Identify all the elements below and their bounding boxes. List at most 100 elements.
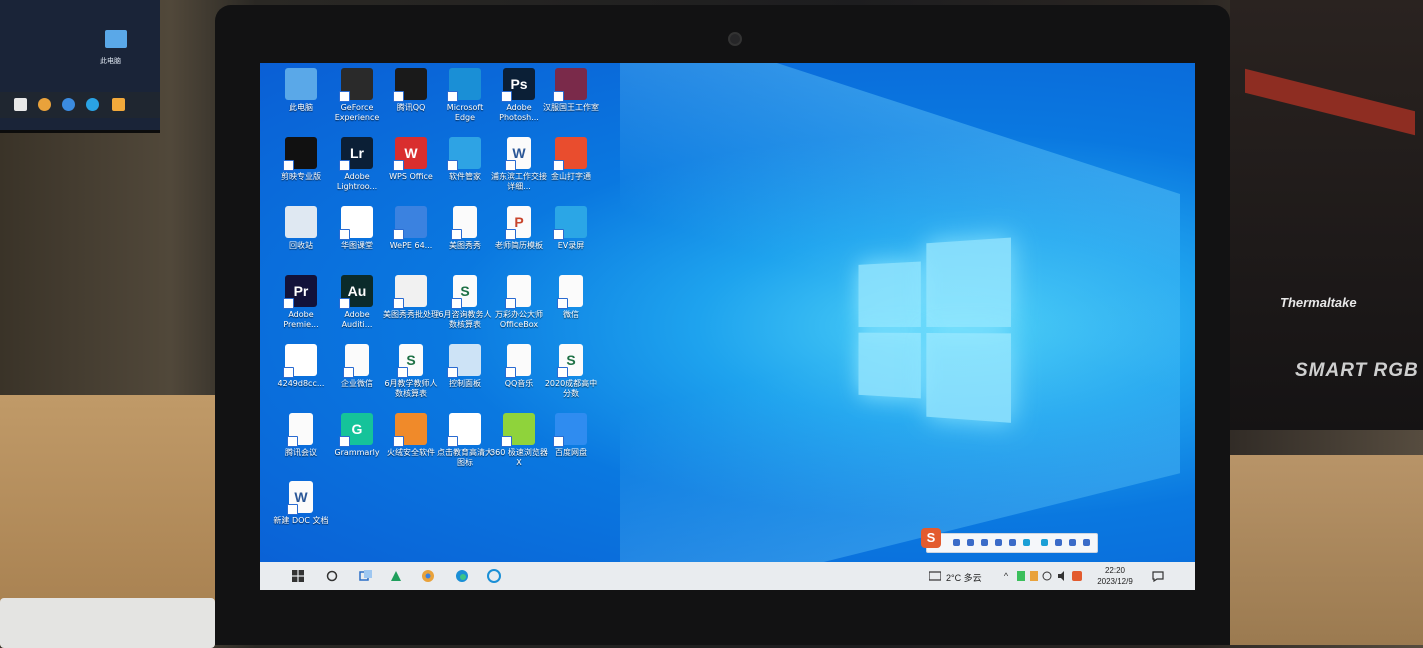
desktop-icon-label: 微信 bbox=[563, 310, 579, 319]
desktop-icon-label: 企业微信 bbox=[341, 379, 373, 388]
desktop-icon[interactable]: 华图课堂 bbox=[328, 206, 386, 274]
sogou-ime-icon[interactable]: S bbox=[921, 528, 941, 548]
desktop-icon-label: 此电脑 bbox=[289, 103, 313, 112]
desktop-icon[interactable]: 软件管家 bbox=[436, 137, 494, 205]
desktop-icon-label: 新建 DOC 文档 bbox=[273, 516, 329, 525]
desktop-icon-label: 腾讯会议 bbox=[285, 448, 317, 457]
desktop-icon-label: Microsoft Edge bbox=[446, 103, 484, 122]
desktop-icon-label: 4249d8cc... bbox=[277, 379, 325, 388]
desktop-icon-label: 汉服国王工作室 bbox=[543, 103, 599, 112]
control-panel-icon bbox=[447, 344, 481, 378]
huatu-icon bbox=[447, 413, 481, 447]
pc-case: Thermaltake SMART RGB bbox=[1230, 0, 1423, 430]
desktop-icon-label: Adobe Premie... bbox=[283, 310, 319, 329]
desktop-icon[interactable]: EV录屏 bbox=[542, 206, 600, 274]
geforce-icon bbox=[339, 68, 373, 102]
baidu-pan-icon bbox=[553, 413, 587, 447]
desktop-icon[interactable]: Ps Adobe Photosh... bbox=[490, 68, 548, 136]
sheet-doc-icon: S bbox=[451, 275, 477, 309]
huatu-icon bbox=[339, 206, 373, 240]
desktop-icon[interactable]: 360 极速浏览器X bbox=[490, 413, 548, 481]
clock[interactable]: 22:20 2023/12/9 bbox=[1092, 565, 1138, 587]
desktop-icon-label: 点击教育高清大图标 bbox=[437, 448, 493, 467]
desktop-icon[interactable]: S 2020成都高中分数 bbox=[542, 344, 600, 412]
desktop-icon[interactable]: 金山打字通 bbox=[542, 137, 600, 205]
ev-recorder-icon bbox=[553, 206, 587, 240]
taskbar: 2°C 多云 ^ 22:20 2023/12/9 bbox=[260, 562, 1195, 590]
desktop-icon[interactable]: GeForce Experience bbox=[328, 68, 386, 136]
desktop-icon[interactable]: W 新建 DOC 文档 bbox=[272, 481, 330, 549]
desktop-icon[interactable]: 回收站 bbox=[272, 206, 330, 274]
desktop-icon[interactable]: Au Adobe Auditi... bbox=[328, 275, 386, 343]
qq-icon bbox=[393, 68, 427, 102]
desktop-icon[interactable]: 剪映专业版 bbox=[272, 137, 330, 205]
weather-icon[interactable] bbox=[928, 568, 942, 584]
task-view-icon[interactable] bbox=[358, 568, 374, 584]
desktop-icon-label: 360 极速浏览器X bbox=[490, 448, 548, 467]
desktop-icon[interactable]: 美图秀秀 bbox=[436, 206, 494, 274]
wepe-icon bbox=[393, 206, 427, 240]
case-brand-label: Thermaltake bbox=[1280, 295, 1357, 310]
desktop-icon-label: GeForce Experience bbox=[334, 103, 380, 122]
weather-text[interactable]: 2°C 多云 bbox=[946, 571, 982, 584]
huatu-icon bbox=[283, 344, 317, 378]
desktop-icon[interactable]: S 6月咨询教务人数核算表 bbox=[436, 275, 494, 343]
ram-brand-label: SMART RGB bbox=[1295, 360, 1419, 381]
browser360-icon bbox=[501, 413, 535, 447]
wps-icon: W bbox=[393, 137, 427, 171]
desktop-icon[interactable]: Microsoft Edge bbox=[436, 68, 494, 136]
desktop-icon[interactable]: W WPS Office bbox=[382, 137, 440, 205]
sogou-tray-icon[interactable] bbox=[1070, 568, 1084, 584]
desktop-icon-label: 剪映专业版 bbox=[281, 172, 321, 181]
desktop-icon[interactable]: QQ音乐 bbox=[490, 344, 548, 412]
edge-icon[interactable] bbox=[454, 568, 470, 584]
desktop-icon[interactable]: 腾讯QQ bbox=[382, 68, 440, 136]
desktop-icon-label: WPS Office bbox=[389, 172, 433, 181]
desktop-icon[interactable]: 此电脑 bbox=[272, 68, 330, 136]
desktop-icon-label: 华图课堂 bbox=[341, 241, 373, 250]
desktop-icon[interactable]: 美图秀秀批处理 bbox=[382, 275, 440, 343]
desktop-icon-label: 老师简历模板 bbox=[495, 241, 543, 250]
app-icon[interactable] bbox=[388, 568, 404, 584]
audition-icon: Au bbox=[339, 275, 373, 309]
desktop-icon[interactable]: 微信 bbox=[542, 275, 600, 343]
notification-icon[interactable] bbox=[1150, 568, 1166, 584]
tray-app-icon[interactable] bbox=[1015, 568, 1027, 584]
desktop-icon[interactable]: 万彩办公大师OfficeBox bbox=[490, 275, 548, 343]
desktop-icon[interactable]: 控制面板 bbox=[436, 344, 494, 412]
desktop-icon[interactable]: 腾讯会议 bbox=[272, 413, 330, 481]
tray-chevron-up-icon[interactable]: ^ bbox=[1000, 568, 1012, 584]
desktop-icon[interactable]: 汉服国王工作室 bbox=[542, 68, 600, 136]
search-icon[interactable] bbox=[324, 568, 340, 584]
edge-icon bbox=[447, 68, 481, 102]
desktop-icon[interactable]: 点击教育高清大图标 bbox=[436, 413, 494, 481]
word-doc-icon: W bbox=[287, 481, 313, 515]
tray-app-icon[interactable] bbox=[1028, 568, 1040, 584]
background-monitor-icon-label: 此电脑 bbox=[100, 57, 121, 65]
network-icon[interactable] bbox=[1041, 568, 1053, 584]
software-manager-icon bbox=[447, 137, 481, 171]
desktop-icon[interactable]: G Grammarly bbox=[328, 413, 386, 481]
background-monitor: 此电脑 bbox=[0, 0, 160, 133]
sheet-doc-icon: S bbox=[557, 344, 583, 378]
desktop-icon[interactable]: P 老师简历模板 bbox=[490, 206, 548, 274]
desktop-icon[interactable]: 4249d8cc... bbox=[272, 344, 330, 412]
desktop-icon[interactable]: WePE 64... bbox=[382, 206, 440, 274]
ime-toolbar[interactable]: S bbox=[921, 528, 1098, 553]
desktop-icon[interactable]: 百度网盘 bbox=[542, 413, 600, 481]
desktop-icon[interactable]: 企业微信 bbox=[328, 344, 386, 412]
huorong-icon bbox=[393, 413, 427, 447]
doc-icon bbox=[343, 344, 369, 378]
desktop-icon[interactable]: S 6月教学教师人数核算表 bbox=[382, 344, 440, 412]
desktop-icon[interactable]: Pr Adobe Premie... bbox=[272, 275, 330, 343]
start-icon[interactable] bbox=[290, 568, 306, 584]
desktop-icon[interactable]: Lr Adobe Lightroo... bbox=[328, 137, 386, 205]
desktop-icon[interactable]: W 浦东滨工作交接详细... bbox=[490, 137, 548, 205]
volume-icon[interactable] bbox=[1056, 568, 1068, 584]
desktop-icon-label: 百度网盘 bbox=[555, 448, 587, 457]
desktop-icon[interactable]: 火绒安全软件 bbox=[382, 413, 440, 481]
browser-icon[interactable] bbox=[486, 568, 502, 584]
chrome-icon[interactable] bbox=[420, 568, 436, 584]
this-pc-icon bbox=[105, 30, 127, 48]
desktop-screen[interactable]: 此电脑 GeForce Experience 腾讯QQ Microsoft Edge P… bbox=[260, 63, 1195, 590]
